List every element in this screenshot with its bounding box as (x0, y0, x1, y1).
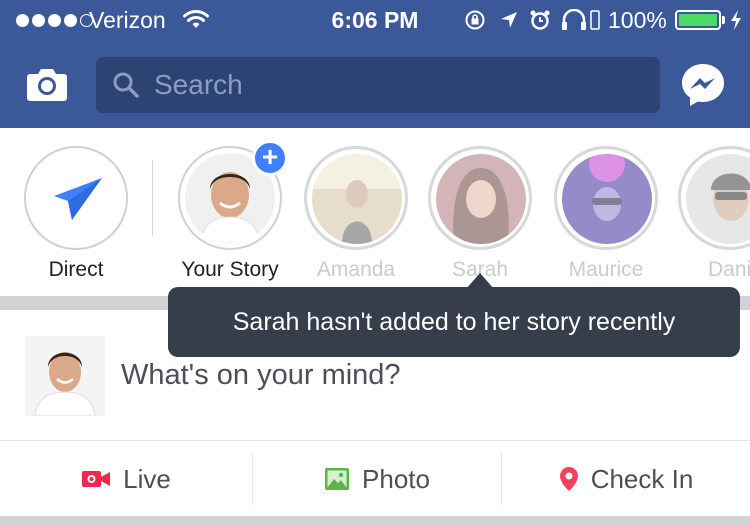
danie-story-circle (678, 146, 750, 250)
battery-cap (722, 16, 725, 24)
amanda-story-circle (304, 146, 408, 250)
orientation-lock-icon (465, 10, 485, 30)
messenger-icon[interactable] (680, 62, 726, 108)
camera-icon[interactable] (26, 66, 68, 102)
story-label-danie: Danie (708, 258, 750, 281)
status-bar: Verizon 6:06 PM 100% (0, 0, 750, 40)
app-header: Verizon 6:06 PM 100% Search (0, 0, 750, 128)
direct-circle (24, 146, 128, 250)
charging-icon (731, 10, 741, 30)
location-icon (501, 12, 517, 28)
battery-percent: 100% (608, 7, 667, 33)
story-label-direct: Direct (48, 258, 104, 281)
battery-icon (675, 10, 721, 30)
photo-icon (325, 468, 350, 490)
story-maurice[interactable]: Maurice (554, 146, 664, 281)
check-in-button[interactable]: Check In (502, 441, 750, 517)
avatar (312, 154, 402, 244)
battery-small-icon (590, 10, 600, 30)
search-input[interactable]: Search (154, 69, 634, 101)
stories-tray: Direct Your Story Amanda Sarah Maurice D… (0, 128, 750, 296)
search-icon (113, 72, 139, 98)
story-amanda[interactable]: Amanda (304, 146, 414, 281)
live-button[interactable]: Live (0, 441, 252, 517)
stories-divider (152, 160, 153, 236)
battery-level-fill (679, 14, 717, 26)
sarah-story-circle (428, 146, 532, 250)
story-tooltip[interactable]: Sarah hasn't added to her story recently (168, 287, 740, 357)
search-bar[interactable]: Search (96, 57, 660, 113)
paper-plane-icon (54, 178, 102, 220)
avatar (562, 154, 652, 244)
check-in-label: Check In (590, 463, 694, 494)
composer-actions: Live Photo Check In (0, 440, 750, 516)
alarm-icon (530, 10, 550, 30)
headphones-icon (562, 9, 586, 30)
maurice-story-circle (554, 146, 658, 250)
avatar (686, 154, 750, 244)
section-separator (0, 516, 750, 525)
location-pin-icon (559, 467, 578, 491)
avatar (436, 154, 526, 244)
photo-button[interactable]: Photo (253, 441, 501, 517)
live-video-icon (82, 471, 111, 487)
avatar (25, 336, 105, 416)
story-direct[interactable]: Direct (24, 146, 134, 281)
live-label: Live (123, 463, 171, 494)
add-story-button[interactable]: + (252, 140, 288, 176)
story-danie[interactable]: Danie (678, 146, 750, 281)
photo-label: Photo (362, 463, 430, 494)
status-input[interactable]: What's on your mind? (121, 359, 401, 392)
story-sarah[interactable]: Sarah (428, 146, 538, 281)
